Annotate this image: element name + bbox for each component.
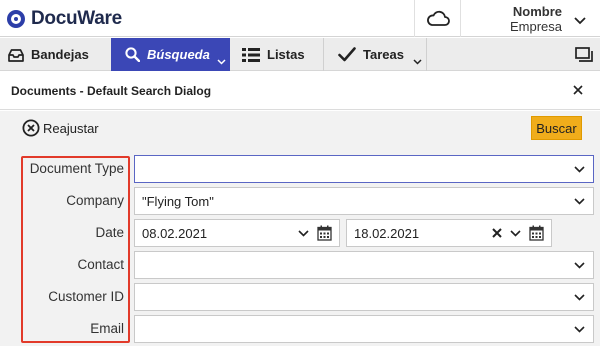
search-icon — [125, 47, 140, 62]
reset-label: Reajustar — [43, 120, 99, 136]
chevron-down-icon[interactable] — [574, 197, 585, 205]
list-icon — [242, 47, 260, 62]
chevron-down-icon[interactable] — [574, 165, 585, 173]
dialog-header: Documents - Default Search Dialog — [0, 72, 600, 110]
date-to-value: 18.02.2021 — [354, 225, 420, 241]
nav-tab-listas[interactable]: Listas — [231, 38, 323, 71]
cloud-icon — [426, 10, 450, 26]
docuware-logo-icon — [7, 10, 25, 28]
labels-highlight-frame — [21, 156, 130, 343]
chevron-down-icon[interactable] — [413, 53, 422, 68]
search-button[interactable]: Buscar — [531, 116, 582, 140]
logo-text: DocuWare — [31, 8, 122, 29]
nav-label-listas: Listas — [267, 47, 305, 62]
chevron-down-icon[interactable] — [574, 325, 585, 333]
user-menu[interactable]: Nombre Empresa — [470, 4, 562, 34]
chevron-down-icon[interactable] — [298, 229, 309, 237]
nav-divider — [426, 38, 427, 71]
nav-tab-tareas[interactable]: Tareas — [324, 38, 426, 71]
email-select[interactable] — [134, 315, 594, 343]
date-from-field[interactable]: 08.02.2021 — [134, 219, 340, 247]
nav-label-bandejas: Bandejas — [31, 47, 89, 62]
document-type-select[interactable] — [134, 155, 594, 183]
date-from-value: 08.02.2021 — [142, 225, 208, 241]
docuware-logo[interactable]: DocuWare — [7, 8, 122, 30]
chevron-down-icon[interactable] — [574, 12, 586, 30]
calendar-icon[interactable] — [529, 225, 544, 241]
company-value: "Flying Tom" — [142, 193, 214, 209]
nav-tab-busqueda[interactable]: Búsqueda — [111, 38, 230, 71]
cloud-button[interactable] — [414, 0, 461, 37]
window-icon — [574, 47, 593, 62]
user-name: Nombre — [512, 4, 562, 19]
checkmark-icon — [338, 47, 356, 62]
chevron-down-icon[interactable] — [510, 229, 521, 237]
window-toggle-button[interactable] — [567, 38, 600, 71]
customer-id-select[interactable] — [134, 283, 594, 311]
chevron-down-icon[interactable] — [574, 293, 585, 301]
nav-tab-bandejas[interactable]: Bandejas — [0, 38, 110, 71]
nav-label-tareas: Tareas — [363, 47, 404, 62]
chevron-down-icon[interactable] — [217, 53, 226, 68]
chevron-down-icon[interactable] — [574, 261, 585, 269]
calendar-icon[interactable] — [317, 225, 332, 241]
nav-label-busqueda: Búsqueda — [147, 47, 210, 62]
clear-icon[interactable] — [492, 228, 502, 238]
user-company: Empresa — [509, 19, 562, 34]
contact-select[interactable] — [134, 251, 594, 279]
close-icon[interactable] — [572, 83, 584, 101]
reset-icon — [22, 119, 40, 137]
date-to-field[interactable]: 18.02.2021 — [346, 219, 552, 247]
dialog-title: Documents - Default Search Dialog — [11, 84, 212, 98]
top-bar: DocuWare Nombre Empresa — [0, 0, 600, 37]
company-select[interactable]: "Flying Tom" — [134, 187, 594, 215]
tray-icon — [8, 48, 24, 62]
dialog-toolbar: Reajustar Buscar — [0, 111, 600, 146]
reset-button[interactable]: Reajustar — [22, 119, 99, 137]
main-navigation: Bandejas Búsqueda Listas Tareas — [0, 38, 600, 71]
